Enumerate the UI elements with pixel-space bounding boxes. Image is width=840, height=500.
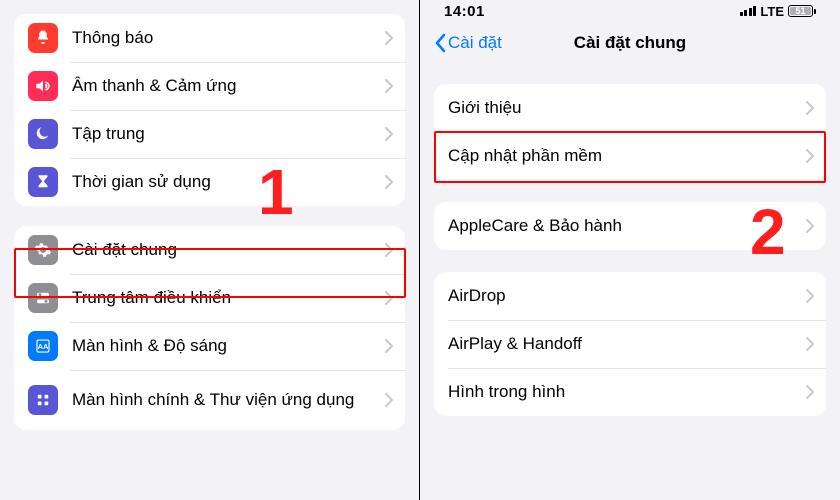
row-control-center[interactable]: Trung tâm điều khiển [14,274,405,322]
row-label: Màn hình & Độ sáng [72,336,385,356]
row-notifications[interactable]: Thông báo [14,14,405,62]
row-label: AirDrop [448,286,806,306]
hourglass-icon [28,167,58,197]
row-label: AppleCare & Bảo hành [448,216,806,236]
general-group-airdrop: AirDrop AirPlay & Handoff Hình trong hìn… [434,272,826,416]
row-airdrop[interactable]: AirDrop [434,272,826,320]
row-label: Giới thiệu [448,98,806,118]
row-screentime[interactable]: Thời gian sử dụng [14,158,405,206]
network-label: LTE [760,4,784,19]
row-label: Cài đặt chung [72,240,385,260]
status-bar: 14:01 LTE 51 [434,0,826,20]
row-label: Thời gian sử dụng [72,172,385,192]
chevron-right-icon [806,219,814,233]
chevron-right-icon [385,79,393,93]
row-applecare[interactable]: AppleCare & Bảo hành [434,202,826,250]
status-indicators: LTE 51 [740,4,816,19]
battery-icon: 51 [788,5,816,17]
row-pip[interactable]: Hình trong hình [434,368,826,416]
general-settings-pane: 14:01 LTE 51 Cài đặt Cài đặt chung Giới … [420,0,840,500]
row-sounds[interactable]: Âm thanh & Cảm ứng [14,62,405,110]
signal-icon [740,6,757,16]
chevron-right-icon [806,289,814,303]
chevron-right-icon [385,127,393,141]
row-about[interactable]: Giới thiệu [434,84,826,132]
bell-icon [28,23,58,53]
chevron-right-icon [385,291,393,305]
chevron-right-icon [806,385,814,399]
general-group-applecare: AppleCare & Bảo hành [434,202,826,250]
page-title: Cài đặt chung [574,33,686,53]
row-label: Tập trung [72,124,385,144]
chevron-right-icon [806,337,814,351]
row-airplay[interactable]: AirPlay & Handoff [434,320,826,368]
row-home-screen[interactable]: Màn hình chính & Thư viện ứng dụng [14,370,405,430]
back-label: Cài đặt [448,33,502,53]
grid-icon [28,385,58,415]
row-label: Màn hình chính & Thư viện ứng dụng [72,389,385,411]
speaker-icon [28,71,58,101]
chevron-right-icon [385,393,393,407]
chevron-right-icon [385,243,393,257]
chevron-right-icon [385,339,393,353]
chevron-right-icon [385,175,393,189]
gear-icon [28,235,58,265]
row-label: Hình trong hình [448,382,806,402]
row-general[interactable]: Cài đặt chung [14,226,405,274]
chevron-right-icon [806,101,814,115]
row-label: Trung tâm điều khiển [72,288,385,308]
settings-group-notifications: Thông báo Âm thanh & Cảm ứng Tập trung T… [14,14,405,206]
chevron-right-icon [806,149,814,163]
brightness-icon: AA [28,331,58,361]
row-label: Thông báo [72,28,385,48]
nav-header: Cài đặt Cài đặt chung [434,20,826,66]
row-display-brightness[interactable]: AA Màn hình & Độ sáng [14,322,405,370]
settings-list-pane: Thông báo Âm thanh & Cảm ứng Tập trung T… [0,0,420,500]
row-label: Cập nhật phần mềm [448,146,806,166]
general-group-about: Giới thiệu Cập nhật phần mềm [434,84,826,180]
back-button[interactable]: Cài đặt [434,33,502,53]
row-software-update[interactable]: Cập nhật phần mềm [434,132,826,180]
moon-icon [28,119,58,149]
svg-text:AA: AA [38,342,49,351]
row-label: Âm thanh & Cảm ứng [72,76,385,96]
status-time: 14:01 [444,3,485,20]
settings-group-general: Cài đặt chung Trung tâm điều khiển AA Mà… [14,226,405,430]
row-label: AirPlay & Handoff [448,334,806,354]
chevron-right-icon [385,31,393,45]
switches-icon [28,283,58,313]
row-focus[interactable]: Tập trung [14,110,405,158]
